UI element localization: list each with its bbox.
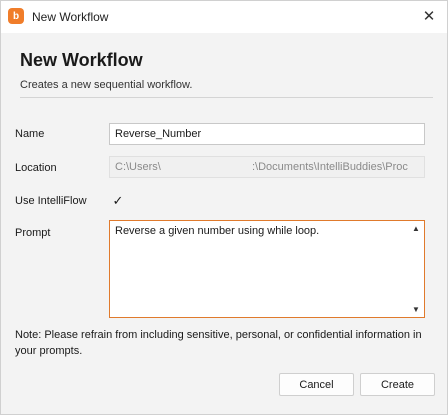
scroll-down-icon[interactable]: ▼ <box>411 305 421 315</box>
location-input: C:\Users\ :\Documents\IntelliBuddies\Pro… <box>109 156 425 178</box>
cancel-button[interactable]: Cancel <box>279 373 354 396</box>
close-button[interactable]: ✕ <box>417 5 441 27</box>
prompt-textarea[interactable]: Reverse a given number using while loop. <box>110 221 408 317</box>
new-workflow-dialog: b New Workflow ✕ New Workflow Creates a … <box>0 0 448 415</box>
dialog-subtitle: Creates a new sequential workflow. <box>20 79 193 91</box>
dialog-header: New Workflow <box>20 50 143 71</box>
window-title: New Workflow <box>32 10 109 24</box>
scroll-up-icon[interactable]: ▲ <box>411 224 421 234</box>
prompt-label: Prompt <box>15 227 51 239</box>
checkmark-icon: ✓ <box>112 193 124 208</box>
location-label: Location <box>15 162 57 174</box>
intelliflow-label: Use IntelliFlow <box>15 195 87 207</box>
title-bar: b New Workflow ✕ <box>1 1 447 33</box>
prompt-scrollbar[interactable]: ▲ ▼ <box>408 221 424 317</box>
create-button[interactable]: Create <box>360 373 435 396</box>
intelliflow-checkbox[interactable]: ✓ <box>111 193 125 208</box>
location-path-end: :\Documents\IntelliBuddies\Proc <box>252 161 408 173</box>
close-icon: ✕ <box>422 8 436 25</box>
location-path-start: C:\Users\ <box>115 161 161 173</box>
dialog-title: New Workflow <box>20 50 143 70</box>
name-label: Name <box>15 128 45 140</box>
prompt-field: Reverse a given number using while loop.… <box>109 220 425 318</box>
privacy-note: Note: Please refrain from including sens… <box>15 329 422 357</box>
header-divider <box>20 97 433 98</box>
app-logo-icon: b <box>8 8 24 24</box>
name-input[interactable] <box>109 123 425 145</box>
